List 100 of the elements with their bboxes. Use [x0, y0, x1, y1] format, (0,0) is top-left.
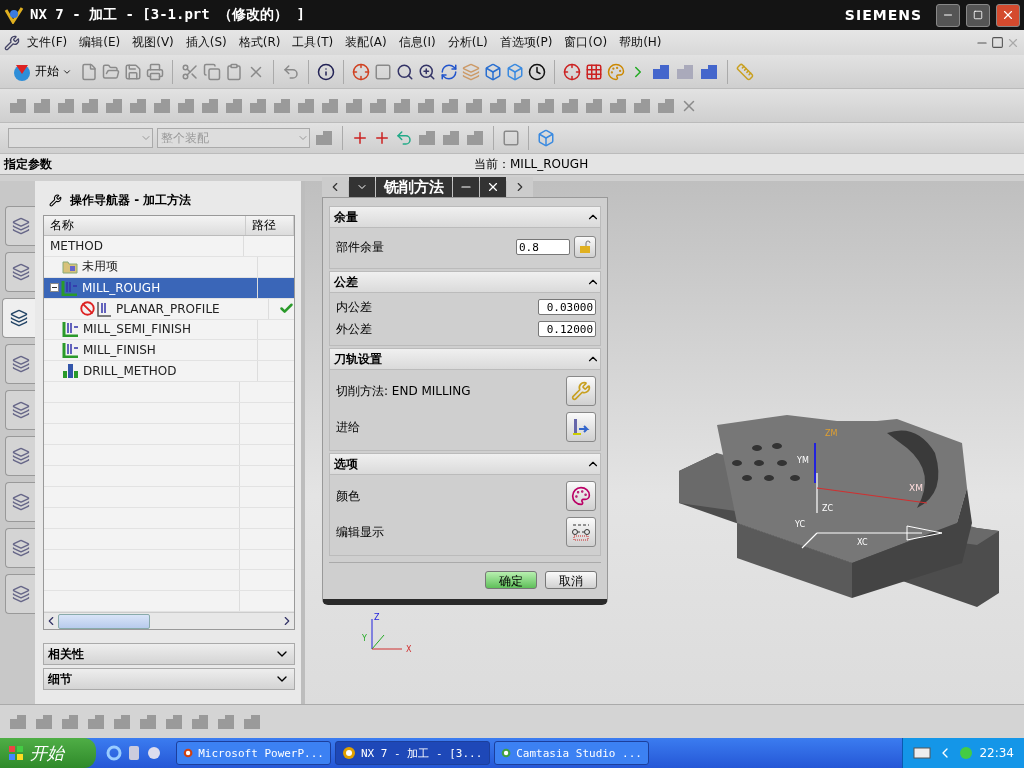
lock-button[interactable]	[574, 236, 596, 258]
block-icon[interactable]	[104, 96, 124, 115]
zoom-in-icon[interactable]	[418, 62, 436, 81]
block-icon[interactable]	[368, 96, 388, 115]
block-icon[interactable]	[200, 96, 220, 115]
close-button[interactable]	[480, 177, 506, 197]
settings-button[interactable]	[566, 376, 596, 406]
tray-app-icon[interactable]	[959, 746, 974, 760]
tree-row[interactable]: MILL_ROUGH	[44, 277, 294, 299]
block-icon[interactable]	[632, 96, 652, 115]
restore-icon[interactable]	[991, 36, 1004, 49]
view-cube-icon[interactable]	[537, 129, 555, 147]
resource-tab[interactable]	[5, 482, 35, 522]
tree-row[interactable]: DRILL_METHOD	[44, 361, 294, 383]
resource-tab[interactable]	[5, 436, 35, 476]
menu-item[interactable]: 窗口(O)	[559, 32, 613, 53]
snap-icon[interactable]	[373, 129, 391, 147]
menu-item[interactable]: 编辑(E)	[74, 32, 126, 53]
taskbar-button[interactable]: NX 7 - 加工 - [3...	[335, 741, 490, 765]
menu-item[interactable]: 工具(T)	[287, 32, 339, 53]
menu-item[interactable]: 首选项(P)	[494, 32, 558, 53]
settings-button[interactable]	[566, 412, 596, 442]
close-button[interactable]	[996, 3, 1020, 27]
resource-tab[interactable]	[5, 528, 35, 568]
block-icon[interactable]	[656, 96, 676, 115]
block-icon[interactable]	[320, 96, 340, 115]
resource-tab[interactable]	[2, 298, 35, 338]
resource-tab[interactable]	[5, 344, 35, 384]
tree-item[interactable]: 未用项	[80, 257, 120, 277]
block-icon[interactable]	[80, 96, 100, 115]
new-file-icon[interactable]	[80, 62, 98, 81]
block-icon[interactable]	[32, 96, 52, 115]
taskbar-button[interactable]: Camtasia Studio ...	[494, 741, 649, 765]
reset-icon[interactable]	[395, 129, 413, 147]
input-field[interactable]: 0.8	[516, 239, 570, 255]
block-icon[interactable]	[465, 129, 485, 147]
ruler-icon[interactable]	[736, 62, 754, 81]
block-icon[interactable]	[536, 96, 556, 115]
media-icon[interactable]	[128, 745, 140, 761]
start-button[interactable]: 开始	[0, 738, 96, 768]
info-icon[interactable]	[317, 62, 335, 81]
snap-point-icon[interactable]	[351, 129, 369, 147]
tree-item[interactable]: MILL_SEMI_FINISH	[81, 321, 193, 338]
block-icon[interactable]	[224, 96, 244, 115]
block-icon[interactable]	[512, 96, 532, 115]
tree-item[interactable]: PLANAR_PROFILE	[114, 300, 222, 317]
panel-header[interactable]: 相关性	[43, 643, 295, 665]
block-icon[interactable]	[488, 96, 508, 115]
tree-row[interactable]: MILL_SEMI_FINISH	[44, 319, 294, 341]
column-header[interactable]: 名称	[44, 216, 246, 235]
block-icon[interactable]	[34, 712, 54, 731]
open-folder-icon[interactable]	[102, 62, 120, 81]
block-icon[interactable]	[86, 712, 106, 731]
block-icon[interactable]	[608, 96, 628, 115]
block-icon[interactable]	[344, 96, 364, 115]
menu-item[interactable]: 视图(V)	[127, 32, 179, 53]
outlook-icon[interactable]	[146, 745, 162, 761]
menu-item[interactable]: 装配(A)	[340, 32, 392, 53]
menu-item[interactable]: 插入(S)	[180, 32, 232, 53]
pin-button[interactable]	[349, 177, 375, 197]
column-header[interactable]: 路径	[246, 216, 294, 235]
settings-button[interactable]	[566, 517, 596, 547]
restore-button[interactable]	[966, 3, 990, 27]
block-icon[interactable]	[112, 712, 132, 731]
block-icon[interactable]	[417, 129, 437, 147]
paste-icon[interactable]	[225, 62, 243, 81]
block-icon[interactable]	[8, 96, 28, 115]
start-menu-button[interactable]: 开始	[8, 59, 76, 84]
tree-row[interactable]: PLANAR_PROFILE	[44, 298, 294, 320]
keyboard-icon[interactable]	[913, 747, 932, 759]
block-icon[interactable]	[296, 96, 316, 115]
menu-item[interactable]: 帮助(H)	[614, 32, 667, 53]
tree-item[interactable]: MILL_FINISH	[81, 342, 158, 359]
section-header[interactable]: 刀轨设置	[329, 348, 601, 370]
input-field[interactable]: 0.12000	[538, 321, 596, 337]
search-icon[interactable]	[396, 62, 414, 81]
resource-tab[interactable]	[5, 390, 35, 430]
browser-icon[interactable]	[106, 745, 122, 761]
menu-item[interactable]: 分析(L)	[442, 32, 493, 53]
settings-button[interactable]	[566, 481, 596, 511]
block-icon[interactable]	[128, 96, 148, 115]
palette-icon[interactable]	[607, 62, 625, 81]
block-icon[interactable]	[242, 712, 262, 731]
scrollbar-thumb[interactable]	[58, 613, 150, 629]
menu-item[interactable]: 信息(I)	[393, 32, 441, 53]
ok-button[interactable]: 确定	[485, 571, 537, 589]
block-icon[interactable]	[190, 712, 210, 731]
tree-row[interactable]: MILL_FINISH	[44, 340, 294, 362]
menu-tool-icon[interactable]	[4, 34, 20, 51]
resource-tab[interactable]	[5, 206, 35, 246]
block-icon[interactable]	[272, 96, 292, 115]
tree-row[interactable]: 未用项	[44, 256, 294, 278]
printer-icon[interactable]	[146, 62, 164, 81]
resource-tab[interactable]	[5, 252, 35, 292]
block-icon[interactable]	[164, 712, 184, 731]
tree-item[interactable]: METHOD	[48, 237, 105, 254]
minimize-button[interactable]	[453, 177, 479, 197]
collapse-icon[interactable]	[50, 283, 59, 293]
block-icon[interactable]	[416, 96, 436, 115]
input-field[interactable]: 0.03000	[538, 299, 596, 315]
